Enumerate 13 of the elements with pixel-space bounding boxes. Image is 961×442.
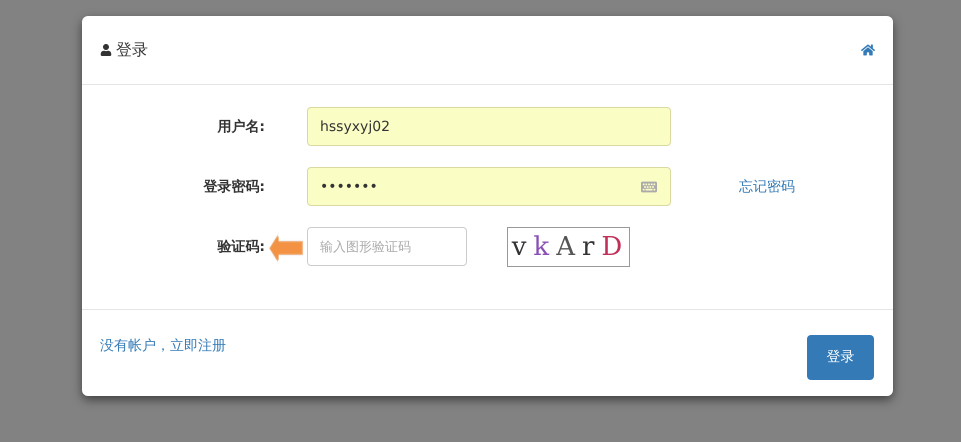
field-label: 用户名: — [216, 118, 265, 136]
forgot-password-link[interactable]: 忘记密码 — [739, 178, 795, 196]
login-button[interactable]: 登录 — [807, 334, 874, 380]
captcha-field[interactable]: 输入图形验证码 — [307, 227, 467, 266]
home-icon[interactable] — [861, 43, 875, 57]
user-icon — [100, 44, 112, 56]
register-link[interactable]: 没有帐户，立即注册 — [100, 337, 226, 355]
field-label: 登录密码: — [202, 178, 265, 196]
password-field[interactable]: ••••••• — [307, 167, 671, 206]
username-field[interactable]: hssyxyj02 — [307, 107, 671, 146]
pointer-arrow — [268, 232, 304, 264]
field-label: 验证码: — [216, 238, 265, 256]
dialog-title: 登录 — [116, 40, 148, 60]
